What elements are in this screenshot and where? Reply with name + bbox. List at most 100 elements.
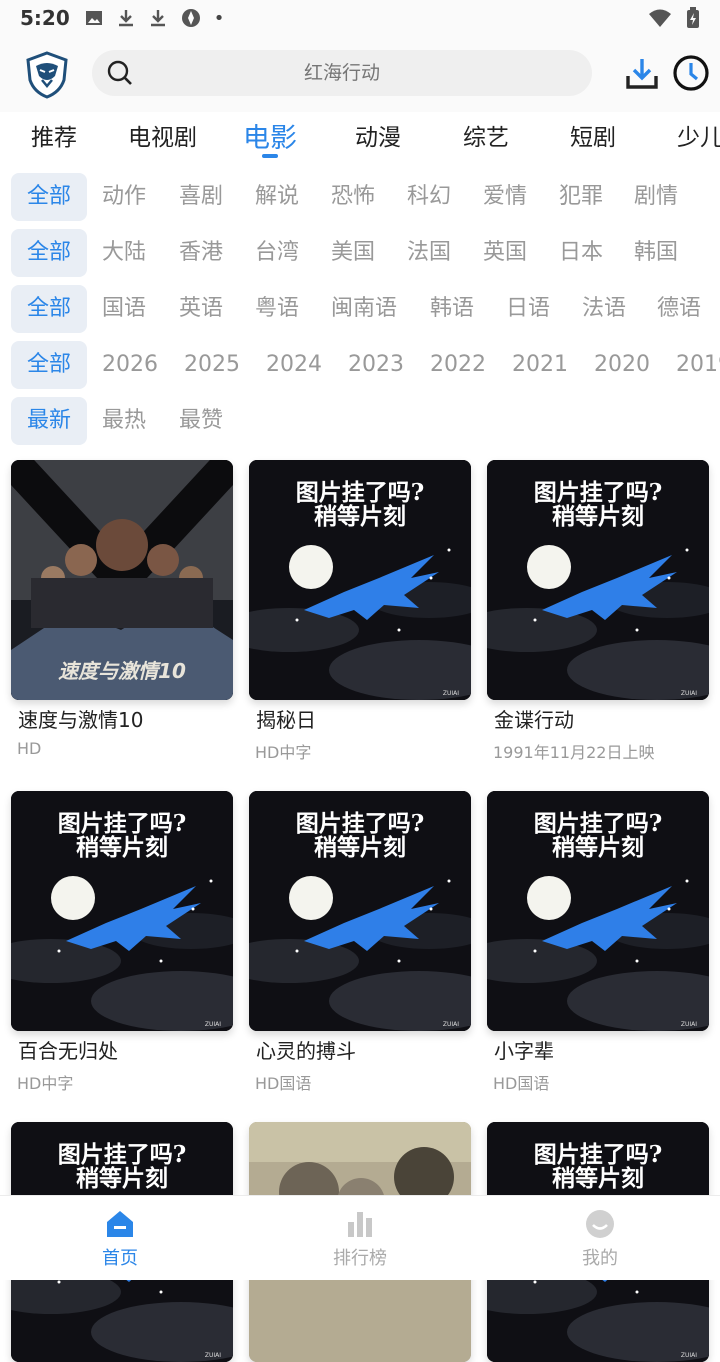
filter-chip[interactable]: 国语 bbox=[102, 285, 146, 333]
filter-chip[interactable]: 喜剧 bbox=[179, 173, 223, 221]
history-icon[interactable] bbox=[672, 54, 710, 92]
placeholder-line-1: 图片挂了吗? bbox=[58, 1141, 186, 1168]
filter-chip[interactable]: 2026 bbox=[102, 341, 158, 389]
filter-chip[interactable]: 韩国 bbox=[634, 229, 678, 277]
tab-tv-series[interactable]: 电视剧 bbox=[128, 118, 197, 152]
placeholder-watermark: ZUIAI bbox=[205, 1021, 221, 1028]
filter-chip[interactable]: 爱情 bbox=[483, 173, 527, 221]
placeholder-line-1: 图片挂了吗? bbox=[534, 1141, 662, 1168]
filter-chip[interactable]: 日语 bbox=[506, 285, 550, 333]
filter-chip[interactable]: 闽南语 bbox=[331, 285, 397, 333]
movie-subtitle: HD国语 bbox=[255, 1074, 312, 1093]
movie-title: 揭秘日 bbox=[256, 708, 316, 732]
image-notification-icon bbox=[85, 11, 102, 25]
filter-chip[interactable]: 德语 bbox=[657, 285, 701, 333]
filter-chip[interactable]: 英语 bbox=[179, 285, 223, 333]
app-notification-icon bbox=[181, 9, 200, 27]
filter-chip[interactable]: 解说 bbox=[255, 173, 299, 221]
filter-row-year: 全部 2026 2025 2024 2023 2022 2021 2020 20… bbox=[0, 341, 720, 389]
battery-icon bbox=[687, 7, 699, 28]
top-header bbox=[0, 36, 720, 112]
tab-kids[interactable]: 少儿 bbox=[677, 118, 720, 152]
filter-chip[interactable]: 大陆 bbox=[102, 229, 146, 277]
filter-row-region: 全部 大陆 香港 台湾 美国 法国 英国 日本 韩国 bbox=[0, 229, 720, 277]
filter-chip[interactable]: 2023 bbox=[348, 341, 404, 389]
search-input[interactable] bbox=[92, 62, 592, 84]
filter-chip[interactable]: 2022 bbox=[430, 341, 486, 389]
moon-icon bbox=[289, 545, 333, 589]
filter-chip[interactable]: 2020 bbox=[594, 341, 650, 389]
movie-poster[interactable]: 图片挂了吗? 稍等片刻 ZUIAI bbox=[487, 460, 709, 700]
filter-chip-selected[interactable]: 全部 bbox=[11, 229, 87, 277]
filter-chip[interactable]: 恐怖 bbox=[331, 173, 375, 221]
sort-chip[interactable]: 最热 bbox=[102, 397, 146, 445]
nav-mine[interactable]: 我的 bbox=[540, 1208, 660, 1270]
placeholder-line-1: 图片挂了吗? bbox=[534, 810, 662, 837]
filter-chip[interactable]: 香港 bbox=[179, 229, 223, 277]
tab-recommend[interactable]: 推荐 bbox=[31, 118, 77, 152]
tab-movie[interactable]: 电影 bbox=[243, 116, 297, 158]
tab-anime[interactable]: 动漫 bbox=[355, 118, 401, 152]
filter-chip[interactable]: 法语 bbox=[582, 285, 626, 333]
download-notification-icon bbox=[118, 10, 133, 27]
filter-chip[interactable]: 2024 bbox=[266, 341, 322, 389]
filter-chip[interactable]: 英国 bbox=[483, 229, 527, 277]
movie-subtitle: 1991年11月22日上映 bbox=[493, 743, 655, 762]
app-logo[interactable] bbox=[22, 50, 72, 100]
filter-chip[interactable]: 美国 bbox=[331, 229, 375, 277]
tab-movie-label: 电影 bbox=[243, 123, 297, 154]
sort-chip[interactable]: 最赞 bbox=[179, 397, 223, 445]
movie-subtitle: HD国语 bbox=[493, 1074, 550, 1093]
placeholder-line-1: 图片挂了吗? bbox=[296, 479, 424, 506]
placeholder-watermark: ZUIAI bbox=[681, 1021, 697, 1028]
smile-icon bbox=[586, 1210, 614, 1238]
tab-variety[interactable]: 综艺 bbox=[463, 118, 509, 152]
placeholder-poster-art: 图片挂了吗?稍等片刻 ZUIAI bbox=[249, 460, 471, 700]
placeholder-watermark: ZUIAI bbox=[443, 690, 459, 697]
filter-chip[interactable]: 2019 bbox=[676, 341, 720, 389]
moon-icon bbox=[289, 876, 333, 920]
filter-chip[interactable]: 日本 bbox=[559, 229, 603, 277]
movie-poster[interactable]: 图片挂了吗? 稍等片刻 ZUIAI bbox=[249, 460, 471, 700]
filter-chip-selected[interactable]: 全部 bbox=[11, 285, 87, 333]
filter-chip-selected[interactable]: 全部 bbox=[11, 173, 87, 221]
movie-poster[interactable]: 图片挂了吗? 稍等片刻 ZUIAI bbox=[249, 791, 471, 1031]
placeholder-line-2: 稍等片刻 bbox=[314, 503, 406, 530]
moon-icon bbox=[527, 876, 571, 920]
sort-chip-selected[interactable]: 最新 bbox=[11, 397, 87, 445]
placeholder-watermark: ZUIAI bbox=[443, 1021, 459, 1028]
filter-chip-selected[interactable]: 全部 bbox=[11, 341, 87, 389]
filter-row-genre: 全部 动作 喜剧 解说 恐怖 科幻 爱情 犯罪 剧情 bbox=[0, 173, 720, 221]
movie-title: 金谍行动 bbox=[494, 708, 574, 732]
bottom-navigation: 首页 排行榜 我的 bbox=[0, 1195, 720, 1280]
filter-chip[interactable]: 2025 bbox=[184, 341, 240, 389]
movie-poster[interactable]: 图片挂了吗? 稍等片刻 ZUIAI bbox=[11, 791, 233, 1031]
movie-subtitle: HD bbox=[17, 739, 42, 758]
filter-chip[interactable]: 科幻 bbox=[407, 173, 451, 221]
search-icon bbox=[107, 60, 132, 85]
filter-chip[interactable]: 犯罪 bbox=[559, 173, 603, 221]
download-icon[interactable] bbox=[624, 56, 660, 92]
placeholder-watermark: ZUIAI bbox=[205, 1352, 221, 1359]
movie-poster[interactable]: 图片挂了吗? 稍等片刻 ZUIAI bbox=[487, 791, 709, 1031]
filter-chip[interactable]: 韩语 bbox=[430, 285, 474, 333]
moon-icon bbox=[527, 545, 571, 589]
nav-ranking[interactable]: 排行榜 bbox=[300, 1208, 420, 1270]
filter-chip[interactable]: 剧情 bbox=[634, 173, 678, 221]
placeholder-line-2: 稍等片刻 bbox=[552, 834, 644, 861]
placeholder-poster-art: 图片挂了吗?稍等片刻 ZUIAI bbox=[487, 791, 709, 1031]
search-bar[interactable] bbox=[92, 50, 592, 96]
filter-row-language: 全部 国语 英语 粤语 闽南语 韩语 日语 法语 德语 bbox=[0, 285, 720, 333]
filter-chip[interactable]: 动作 bbox=[102, 173, 146, 221]
placeholder-line-2: 稍等片刻 bbox=[76, 1165, 168, 1192]
filter-chip[interactable]: 法国 bbox=[407, 229, 451, 277]
filter-chip[interactable]: 粤语 bbox=[255, 285, 299, 333]
filter-chip[interactable]: 台湾 bbox=[255, 229, 299, 277]
filter-chip[interactable]: 2021 bbox=[512, 341, 568, 389]
tab-short-drama[interactable]: 短剧 bbox=[570, 118, 616, 152]
nav-home[interactable]: 首页 bbox=[60, 1208, 180, 1270]
placeholder-poster-art: 图片挂了吗?稍等片刻 ZUIAI bbox=[11, 791, 233, 1031]
wifi-icon bbox=[649, 9, 671, 27]
movie-poster[interactable]: 速度与激情10 bbox=[11, 460, 233, 700]
placeholder-line-2: 稍等片刻 bbox=[552, 503, 644, 530]
